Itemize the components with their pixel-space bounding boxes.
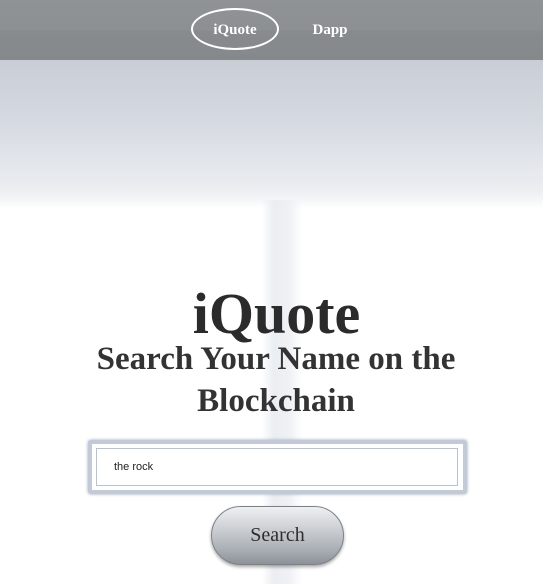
nav-item-dapp[interactable]: Dapp bbox=[300, 10, 360, 50]
search-field-frame bbox=[88, 440, 467, 494]
page-title: iQuote bbox=[192, 281, 361, 346]
top-navbar: iQuote Dapp bbox=[0, 0, 543, 60]
search-input[interactable] bbox=[96, 448, 458, 486]
page-subtitle: Search Your Name on the Blockchain bbox=[96, 341, 456, 419]
nav-item-iquote[interactable]: iQuote bbox=[191, 8, 279, 50]
page: iQuote Dapp iQuote Search Your Name on t… bbox=[0, 0, 543, 584]
search-button[interactable]: Search bbox=[211, 506, 344, 565]
